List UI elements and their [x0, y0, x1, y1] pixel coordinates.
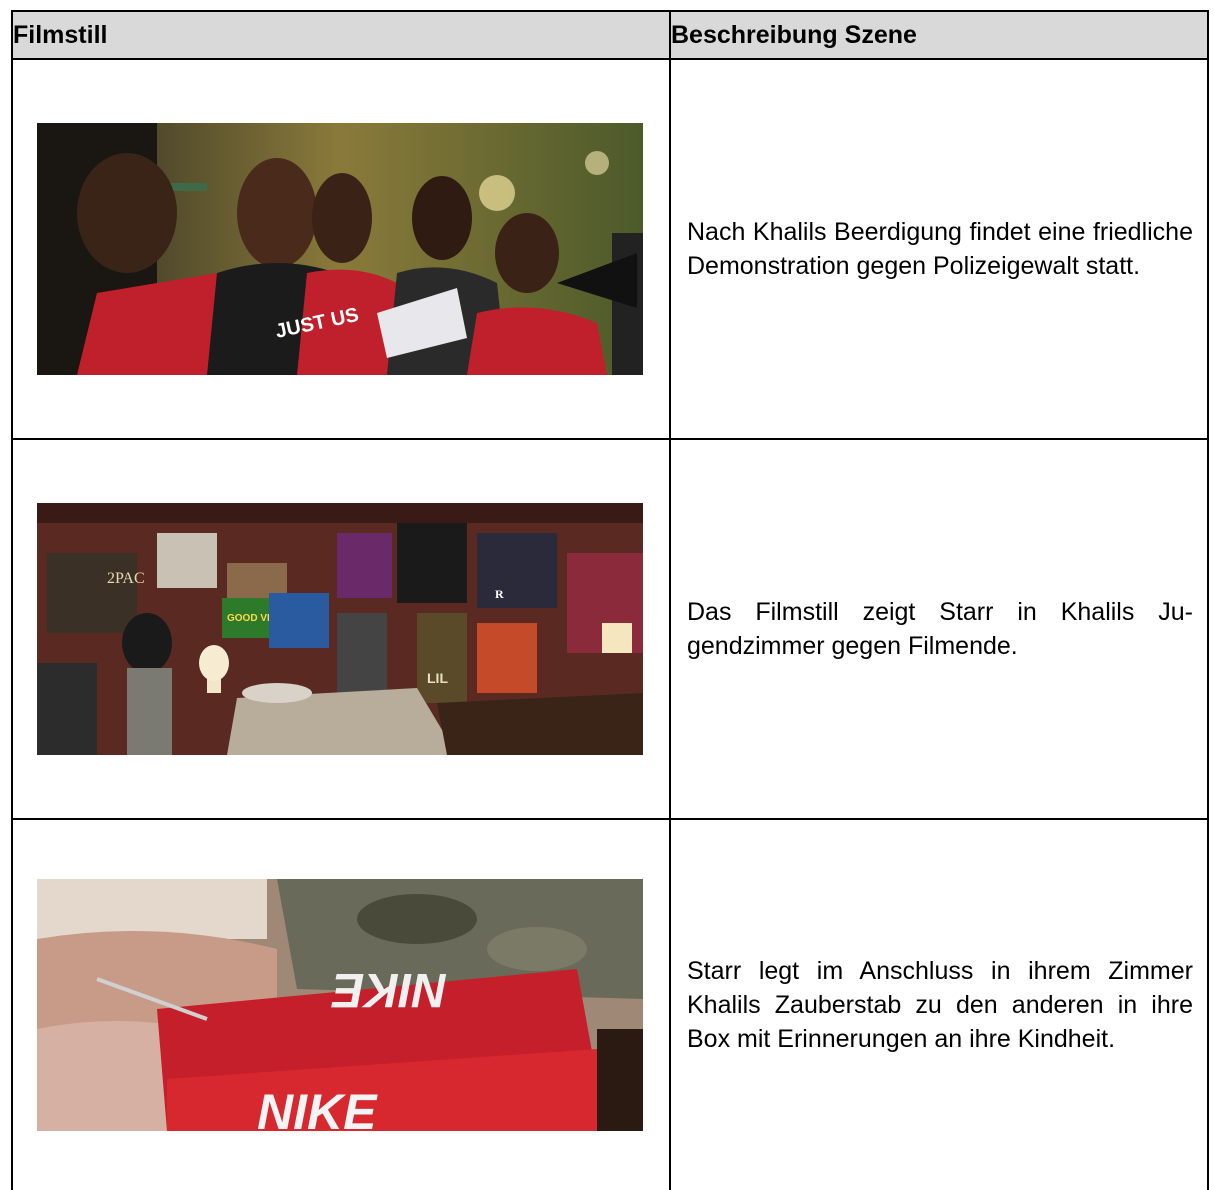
demonstration-still: JUST US [37, 123, 643, 375]
poster-label: 2PAC [107, 570, 145, 587]
table-row: 2PAC GOOD VIBES R LIL Das Filmstill zeig… [11, 438, 1209, 820]
box-text: NIKE [257, 1084, 378, 1131]
scene-description: Nach Khalils Beerdigung findet eine frie… [687, 218, 1193, 280]
poster-label: R [495, 587, 504, 601]
still-cell: 2PAC GOOD VIBES R LIL [11, 438, 671, 820]
description-cell: Das Filmstill zeigt Starr in Khalils Ju­… [669, 438, 1209, 820]
box-lid-text: NIKE [330, 963, 447, 1016]
bedroom-still: 2PAC GOOD VIBES R LIL [37, 503, 643, 755]
header-beschreibung: Beschreibung Szene [669, 10, 1209, 60]
shoebox-still: NIKE NIKE [37, 879, 643, 1131]
film-table: Filmstill Beschreibung Szene JUST US Nac… [11, 10, 1209, 1190]
header-row: Filmstill Beschreibung Szene [11, 10, 1209, 60]
poster-label: LIL [427, 670, 448, 686]
scene-description: Starr legt im Anschluss in ihrem Zimmer … [687, 957, 1193, 1053]
still-cell: NIKE NIKE [11, 818, 671, 1190]
table-row: JUST US Nach Khalils Beerdigung findet e… [11, 58, 1209, 440]
table-row: NIKE NIKE Starr legt im Anschluss in ihr… [11, 818, 1209, 1190]
scene-description: Das Filmstill zeigt Starr in Khalils Ju­… [687, 598, 1193, 660]
header-filmstill: Filmstill [11, 10, 671, 60]
description-cell: Nach Khalils Beerdigung findet eine frie… [669, 58, 1209, 440]
description-cell: Starr legt im Anschluss in ihrem Zimmer … [669, 818, 1209, 1190]
still-cell: JUST US [11, 58, 671, 440]
